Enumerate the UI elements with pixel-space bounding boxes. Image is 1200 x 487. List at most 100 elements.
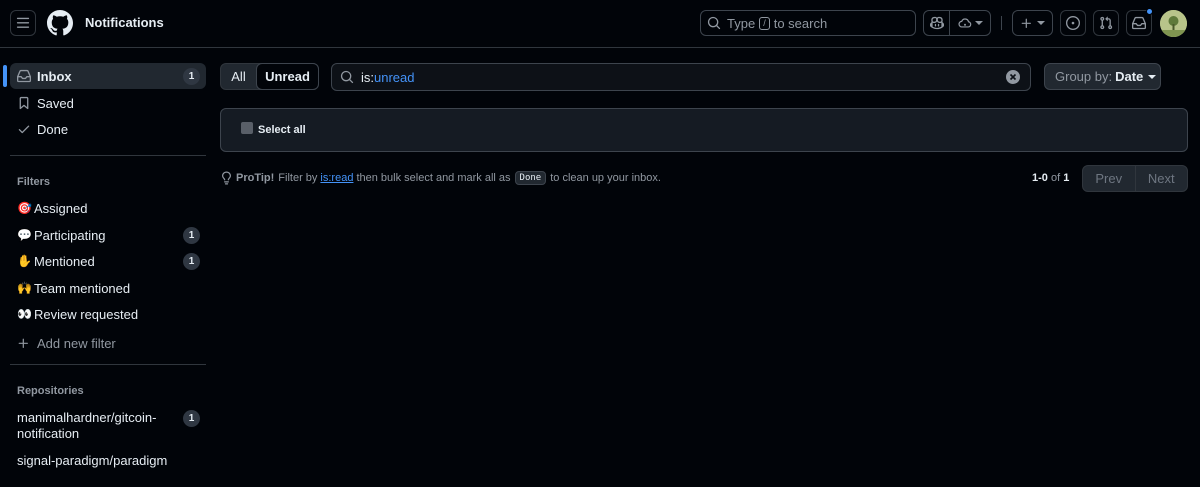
sidebar-filter-participating[interactable]: 💬 Participating 1 — [10, 222, 206, 248]
menu-button[interactable] — [10, 10, 36, 36]
sidebar-item-label: Mentioned — [34, 253, 95, 269]
search-icon — [340, 70, 354, 84]
active-indicator — [3, 65, 7, 87]
plus-icon — [1020, 17, 1033, 30]
select-all-label[interactable]: Select all — [258, 124, 306, 136]
inbox-icon — [1132, 16, 1146, 30]
header-divider — [1001, 16, 1002, 30]
repo-name-line1: manimalhardner/gitcoin- — [17, 410, 157, 425]
sidebar-divider — [10, 155, 206, 156]
global-search-input[interactable]: Type / to search — [700, 10, 916, 36]
sidebar-filter-mentioned[interactable]: ✋ Mentioned 1 — [10, 248, 206, 274]
sidebar-item-saved[interactable]: Saved — [10, 90, 206, 116]
query-qualifier: is: — [361, 69, 374, 85]
protip-text: ProTip! Filter by is:read then bulk sele… — [220, 170, 661, 186]
pagination-summary: 1-0 of 1 — [1032, 172, 1069, 184]
issue-icon — [1066, 16, 1080, 30]
sidebar-filter-review-requested[interactable]: 👀 Review requested — [10, 301, 206, 327]
sidebar-filter-assigned[interactable]: 🎯 Assigned — [10, 195, 206, 221]
group-by-dropdown[interactable]: Group by: Date — [1044, 63, 1161, 90]
group-by-label: Group by: — [1055, 69, 1113, 84]
group-by-value: Date — [1115, 69, 1144, 84]
page-range: 1-0 — [1032, 172, 1048, 184]
copilot-dropdown-icon — [957, 16, 972, 30]
prev-button[interactable]: Prev — [1083, 166, 1136, 191]
sidebar-item-inbox[interactable]: Inbox 1 — [3, 63, 206, 89]
tab-unread[interactable]: Unread — [256, 63, 319, 90]
sidebar-item-label: Assigned — [34, 200, 88, 216]
search-icon — [707, 16, 721, 30]
count-badge: 1 — [183, 227, 200, 244]
count-badge: 1 — [183, 253, 200, 270]
copilot-icon — [929, 16, 944, 30]
speech-bubble-emoji: 💬 — [17, 228, 32, 242]
sidebar-repo-gitcoin-notification[interactable]: manimalhardner/gitcoin- notification — [17, 410, 197, 442]
copilot-dropdown-button[interactable] — [950, 11, 990, 35]
raised-hand-emoji: ✋ — [17, 254, 32, 268]
caret-down-icon — [1037, 19, 1045, 27]
pull-requests-button[interactable] — [1093, 10, 1119, 36]
unread-indicator-dot — [1146, 8, 1153, 15]
search-shortcut-key: / — [759, 16, 770, 30]
query-value: unread — [374, 69, 415, 85]
page-total: 1 — [1063, 172, 1070, 184]
dart-emoji: 🎯 — [17, 201, 32, 215]
sidebar-item-label: Team mentioned — [34, 280, 131, 296]
raising-hands-emoji: 🙌 — [17, 281, 32, 295]
page-title[interactable]: Notifications — [85, 15, 164, 30]
issues-button[interactable] — [1060, 10, 1086, 36]
protip-text-3: to clean up your inbox. — [550, 172, 661, 184]
caret-down-icon — [974, 19, 983, 27]
notification-filter-input[interactable]: is: unread — [331, 63, 1031, 91]
sidebar-item-label: Participating — [34, 227, 106, 243]
pull-request-icon — [1099, 16, 1113, 30]
page-of: of — [1050, 172, 1061, 184]
menu-icon — [16, 16, 30, 30]
sidebar-item-label: Review requested — [34, 306, 139, 322]
pagination-buttons: Prev Next — [1082, 165, 1188, 192]
sidebar-item-done[interactable]: Done — [10, 116, 206, 142]
app-header: Notifications Type / to search — [0, 0, 1200, 48]
protip-text-2: then bulk select and mark all as — [356, 172, 511, 184]
repo-name: signal-paradigm/paradigm — [17, 453, 168, 468]
sidebar-item-label: Done — [37, 121, 69, 137]
protip-text-1: Filter by — [278, 172, 318, 184]
sidebar-item-label: Inbox — [37, 68, 72, 84]
repo-name-line2: notification — [17, 426, 80, 441]
check-icon — [17, 122, 31, 136]
avatar[interactable] — [1160, 10, 1187, 37]
tab-all[interactable]: All — [221, 64, 256, 89]
protip-done-code: Done — [514, 171, 547, 185]
filters-heading: Filters — [17, 176, 51, 188]
bookmark-icon — [17, 96, 31, 110]
close-icon — [1009, 73, 1017, 81]
select-all-checkbox[interactable] — [241, 122, 253, 134]
copilot-button-group — [923, 10, 991, 36]
create-new-button[interactable] — [1012, 10, 1053, 36]
search-suffix: to search — [773, 15, 828, 31]
add-filter-button[interactable]: Add new filter — [10, 330, 206, 356]
inbox-icon — [17, 69, 31, 83]
sidebar-filter-team-mentioned[interactable]: 🙌 Team mentioned — [10, 275, 206, 301]
clear-filter-button[interactable] — [1006, 70, 1020, 84]
count-badge: 1 — [183, 410, 200, 427]
sidebar-divider — [10, 364, 206, 365]
read-filter-segmented-control: All Unread — [220, 63, 319, 90]
repositories-heading: Repositories — [17, 385, 84, 397]
add-filter-label: Add new filter — [37, 335, 116, 351]
light-bulb-icon — [220, 171, 233, 185]
next-button[interactable]: Next — [1136, 166, 1188, 191]
caret-down-icon — [1148, 73, 1157, 81]
sidebar-item-label: Saved — [37, 95, 74, 111]
plus-icon — [17, 337, 31, 350]
notification-list: Select all — [220, 108, 1188, 152]
protip-lead: ProTip! — [236, 172, 275, 184]
count-badge: 1 — [183, 68, 200, 85]
search-prefix: Type — [727, 15, 756, 31]
github-logo[interactable] — [47, 10, 73, 36]
copilot-button[interactable] — [924, 11, 950, 35]
sidebar: Inbox 1 Saved Done Filters 🎯 Assigned 💬 … — [0, 49, 210, 487]
sidebar-repo-paradigm[interactable]: signal-paradigm/paradigm — [17, 453, 197, 469]
protip-is-read-link[interactable]: is:read — [320, 172, 353, 184]
eyes-emoji: 👀 — [17, 307, 32, 321]
